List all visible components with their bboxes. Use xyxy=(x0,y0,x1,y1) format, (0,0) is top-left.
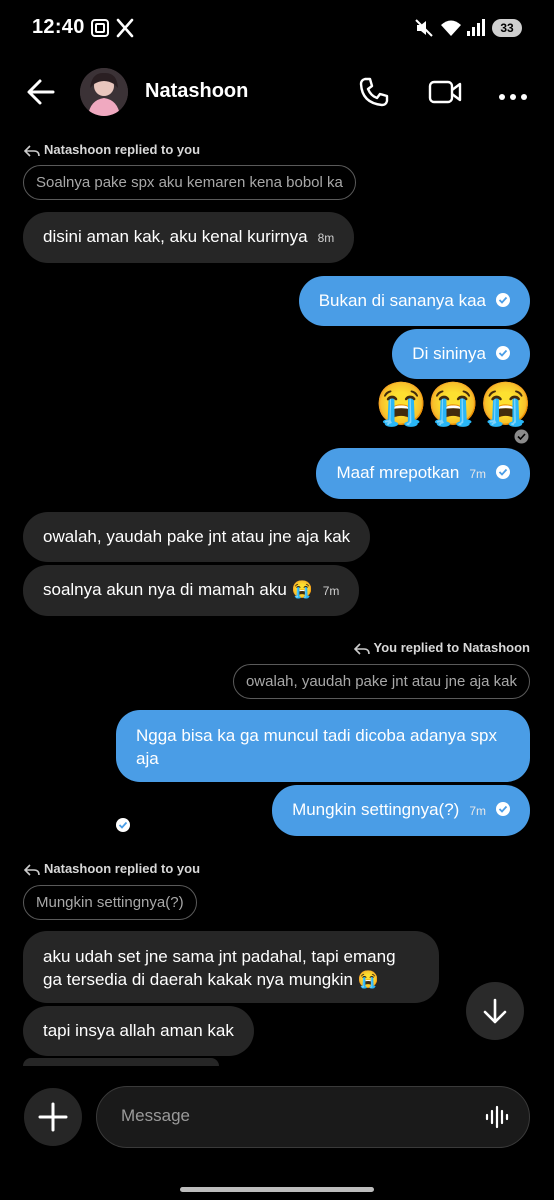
seen-check-icon xyxy=(496,464,510,479)
message-text: soalnya akun nya di mamah aku 😭 xyxy=(43,580,313,599)
sent-check-icon xyxy=(514,429,529,449)
scroll-down-button[interactable] xyxy=(466,982,524,1040)
reply-icon xyxy=(23,863,40,876)
seen-check-icon xyxy=(496,801,510,816)
voice-wave-icon[interactable] xyxy=(485,1105,509,1134)
status-time: 12:40 xyxy=(32,16,85,38)
message-text-line: aja xyxy=(136,749,159,768)
incoming-message[interactable]: soalnya akun nya di mamah aku 😭 7m xyxy=(23,565,360,616)
screenshot-icon xyxy=(90,18,110,43)
more-icon[interactable] xyxy=(498,88,528,106)
incoming-message[interactable]: tapi insya allah aman kak xyxy=(23,1006,254,1056)
back-arrow-icon[interactable] xyxy=(26,78,56,111)
message-text-line: ga tersedia di daerah kakak nya mungkin … xyxy=(43,970,379,989)
outgoing-message[interactable]: Maaf mrepotkan 7m xyxy=(316,448,530,499)
signal-icon xyxy=(466,18,486,43)
add-attachment-button[interactable] xyxy=(24,1088,82,1146)
message-time: 7m xyxy=(469,467,486,481)
incoming-message[interactable]: aku udah set jne sama jnt padahal, tapi … xyxy=(23,931,439,1003)
reply-icon xyxy=(353,642,370,655)
contact-name[interactable]: Natashoon xyxy=(145,80,248,103)
message-text: owalah, yaudah pake jnt atau jne aja kak xyxy=(43,527,351,546)
scroll-down-arrow-icon xyxy=(483,998,507,1024)
quoted-message[interactable]: Soalnya pake spx aku kemaren kena bobol … xyxy=(23,165,356,200)
message-input[interactable] xyxy=(119,1105,463,1127)
home-indicator[interactable] xyxy=(180,1187,374,1192)
seen-check-icon xyxy=(116,817,130,832)
incoming-message[interactable]: owalah, yaudah pake jnt atau jne aja kak xyxy=(23,512,371,562)
reply-icon xyxy=(23,144,40,157)
message-text-line: Ngga bisa ka ga muncul tadi dicoba adany… xyxy=(136,726,498,745)
quoted-message[interactable]: owalah, yaudah pake jnt atau jne aja kak xyxy=(232,664,530,699)
mute-icon xyxy=(414,18,434,43)
reply-note: Natashoon replied to you xyxy=(23,861,200,876)
message-text: disini aman kak, aku kenal kurirnya xyxy=(43,227,308,246)
phone-icon[interactable] xyxy=(358,76,390,113)
message-text: Bukan di sananya kaa xyxy=(318,291,486,310)
reply-note: You replied to Natashoon xyxy=(353,640,530,655)
message-text: tapi insya allah aman kak xyxy=(43,1021,234,1040)
emoji-message[interactable]: 😭😭😭 xyxy=(375,378,532,430)
reply-note: Natashoon replied to you xyxy=(23,142,200,157)
message-time: 7m xyxy=(469,804,486,818)
wifi-icon xyxy=(440,18,462,43)
message-text-line: aku udah set jne sama jnt padahal, tapi … xyxy=(43,947,396,966)
message-time: 8m xyxy=(317,231,335,245)
x-logo-icon xyxy=(116,18,134,43)
outgoing-message[interactable]: Di sininya xyxy=(392,329,530,379)
avatar[interactable] xyxy=(80,68,128,116)
battery-icon: 33 xyxy=(492,19,522,37)
incoming-message-partial[interactable] xyxy=(23,1058,219,1066)
video-camera-icon[interactable] xyxy=(428,80,462,109)
outgoing-message[interactable]: Bukan di sananya kaa xyxy=(298,276,530,326)
message-field[interactable] xyxy=(96,1086,530,1148)
message-text: Maaf mrepotkan xyxy=(336,463,460,482)
message-time: 7m xyxy=(322,584,340,598)
plus-icon xyxy=(38,1102,68,1132)
outgoing-message[interactable]: Ngga bisa ka ga muncul tadi dicoba adany… xyxy=(116,710,530,832)
incoming-message[interactable]: disini aman kak, aku kenal kurirnya 8m xyxy=(23,212,355,263)
message-text: Mungkin settingnya(?) xyxy=(292,800,460,819)
seen-check-icon xyxy=(496,292,510,307)
outgoing-message[interactable]: Mungkin settingnya(?) 7m xyxy=(272,785,530,836)
message-text: Di sininya xyxy=(412,344,486,363)
quoted-message[interactable]: Mungkin settingnya(?) xyxy=(23,885,197,920)
seen-check-icon xyxy=(496,345,510,360)
